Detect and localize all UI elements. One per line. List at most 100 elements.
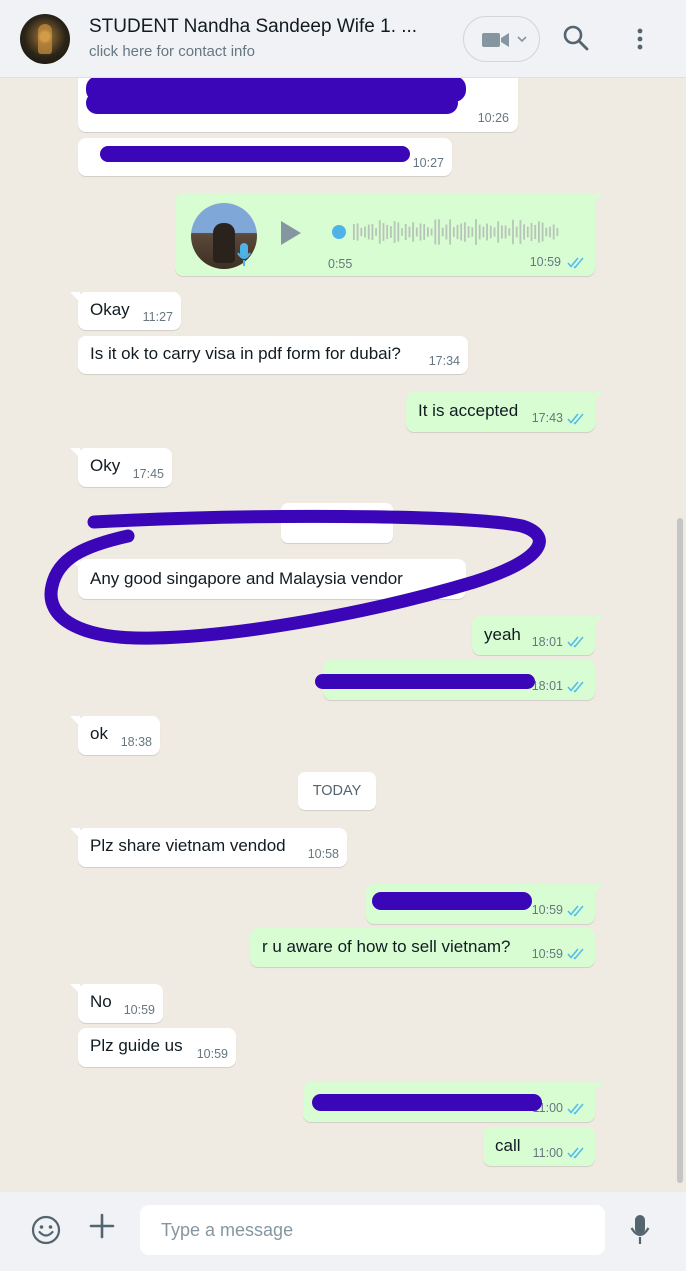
plus-icon[interactable] bbox=[89, 1213, 115, 1239]
waveform-bar bbox=[456, 224, 459, 240]
waveform-bar bbox=[427, 227, 429, 237]
waveform-bar bbox=[434, 219, 437, 245]
waveform-bar bbox=[415, 227, 418, 237]
waveform-bar bbox=[538, 221, 540, 243]
message-outgoing[interactable]: It is accepted 17:43 bbox=[406, 392, 603, 432]
message-outgoing[interactable]: yeah 18:01 bbox=[472, 616, 603, 655]
contact-name[interactable]: STUDENT Nandha Sandeep Wife 1. ... bbox=[89, 16, 429, 38]
message-text: ok bbox=[90, 724, 108, 743]
waveform-bar bbox=[515, 226, 518, 238]
waveform-bar bbox=[464, 222, 466, 242]
waveform-bar bbox=[497, 221, 500, 243]
waveform-bar bbox=[393, 221, 396, 243]
waveform-bar bbox=[493, 227, 496, 237]
chat-scrollbar[interactable] bbox=[677, 518, 683, 1183]
waveform-bar bbox=[356, 223, 359, 241]
waveform-bar bbox=[401, 228, 403, 236]
message-text: It is accepted bbox=[418, 401, 519, 420]
redaction-mark bbox=[312, 1094, 542, 1111]
message-text: Is it ok to carry visa in pdf form for d… bbox=[90, 344, 401, 363]
waveform-bar bbox=[489, 225, 492, 239]
message-incoming[interactable]: ok 18:38 bbox=[70, 716, 160, 755]
voice-message[interactable]: 0:55 10:59 bbox=[175, 193, 603, 276]
message-text: Plz share vietnam vendod bbox=[90, 836, 286, 855]
waveform-bar bbox=[541, 222, 544, 242]
video-call-button[interactable] bbox=[463, 16, 540, 62]
waveform-bar bbox=[397, 222, 400, 242]
message-composer bbox=[0, 1192, 686, 1271]
message-outgoing[interactable]: call 11:00 bbox=[483, 1127, 595, 1166]
play-icon[interactable] bbox=[279, 219, 303, 247]
waveform-bar bbox=[378, 220, 381, 244]
waveform-bar bbox=[390, 226, 392, 238]
message-time: 11:27 bbox=[142, 310, 173, 324]
waveform-bar bbox=[519, 220, 522, 244]
waveform-bar bbox=[430, 228, 433, 236]
message-incoming[interactable]: Is it ok to carry visa in pdf form for d… bbox=[78, 336, 468, 374]
waveform-bar bbox=[545, 227, 548, 237]
waveform-bar bbox=[353, 224, 355, 240]
waveform-bar bbox=[556, 228, 559, 236]
read-ticks-icon bbox=[567, 636, 584, 648]
message-incoming[interactable]: Oky 17:45 bbox=[70, 448, 172, 487]
waveform-bar bbox=[504, 225, 507, 239]
waveform-bar bbox=[478, 224, 481, 240]
message-text: No bbox=[90, 992, 112, 1011]
waveform-bar bbox=[419, 223, 422, 241]
read-ticks-icon bbox=[567, 681, 584, 693]
message-input-container[interactable] bbox=[140, 1205, 605, 1255]
read-ticks-icon bbox=[567, 948, 584, 960]
waveform-bar bbox=[367, 224, 370, 240]
search-button[interactable] bbox=[563, 25, 591, 53]
message-incoming[interactable]: Any good singapore and Malaysia vendor bbox=[70, 559, 466, 599]
waveform-bar bbox=[523, 224, 525, 240]
waveform-bar bbox=[475, 219, 477, 245]
waveform-bar bbox=[386, 224, 389, 240]
message-incoming[interactable]: Plz guide us 10:59 bbox=[78, 1028, 236, 1067]
message-text: r u aware of how to sell vietnam? bbox=[262, 937, 511, 956]
message-time: 10:26 bbox=[477, 111, 509, 125]
date-chip: TODAY bbox=[298, 772, 376, 810]
waveform-bar bbox=[482, 226, 485, 238]
audio-waveform[interactable] bbox=[331, 217, 571, 247]
waveform-bar bbox=[382, 223, 385, 241]
message-text: Oky bbox=[90, 456, 121, 475]
redaction-mark bbox=[86, 92, 458, 114]
message-text: Okay bbox=[90, 300, 130, 319]
message-incoming[interactable]: Okay 11:27 bbox=[70, 292, 181, 330]
waveform-bar bbox=[408, 226, 411, 238]
message-outgoing[interactable]: r u aware of how to sell vietnam? 10:59 bbox=[250, 928, 595, 967]
waveform-bar bbox=[549, 226, 551, 238]
emoji-icon[interactable] bbox=[31, 1215, 61, 1245]
message-incoming[interactable]: Plz share vietnam vendod 10:58 bbox=[70, 828, 347, 867]
chat-panel[interactable]: 10:26 10:27 0:55 10:59 Okay 11:27 Is it … bbox=[0, 78, 686, 1192]
redaction-mark bbox=[100, 146, 410, 162]
kebab-menu-icon bbox=[637, 28, 643, 50]
message-time: 10:27 bbox=[412, 156, 444, 170]
message-time: 10:59 bbox=[529, 255, 561, 269]
contact-info-hint[interactable]: click here for contact info bbox=[89, 43, 255, 60]
message-time: 17:45 bbox=[132, 467, 164, 481]
message-time: 10:59 bbox=[196, 1047, 228, 1061]
microphone-icon bbox=[237, 243, 251, 266]
waveform-bar bbox=[508, 228, 511, 236]
waveform-bar bbox=[449, 219, 451, 245]
message-text: Plz guide us bbox=[90, 1036, 183, 1055]
message-time: 11:00 bbox=[532, 1146, 563, 1160]
waveform-bar bbox=[360, 227, 363, 237]
message-incoming[interactable]: No 10:59 bbox=[70, 984, 163, 1023]
contact-avatar[interactable] bbox=[20, 14, 70, 64]
message-input[interactable] bbox=[140, 1205, 605, 1255]
menu-button[interactable] bbox=[630, 26, 650, 54]
waveform-bar bbox=[445, 224, 448, 240]
message-text: yeah bbox=[484, 625, 521, 644]
waveform-bar bbox=[512, 219, 514, 245]
read-ticks-icon bbox=[567, 1103, 584, 1115]
message-time: 10:59 bbox=[531, 903, 563, 917]
microphone-icon[interactable] bbox=[630, 1214, 650, 1246]
voice-duration: 0:55 bbox=[328, 257, 353, 271]
waveform-bar bbox=[438, 219, 440, 245]
waveform-bar bbox=[452, 227, 455, 237]
waveform-bar bbox=[534, 224, 537, 240]
waveform-bar bbox=[501, 225, 503, 239]
